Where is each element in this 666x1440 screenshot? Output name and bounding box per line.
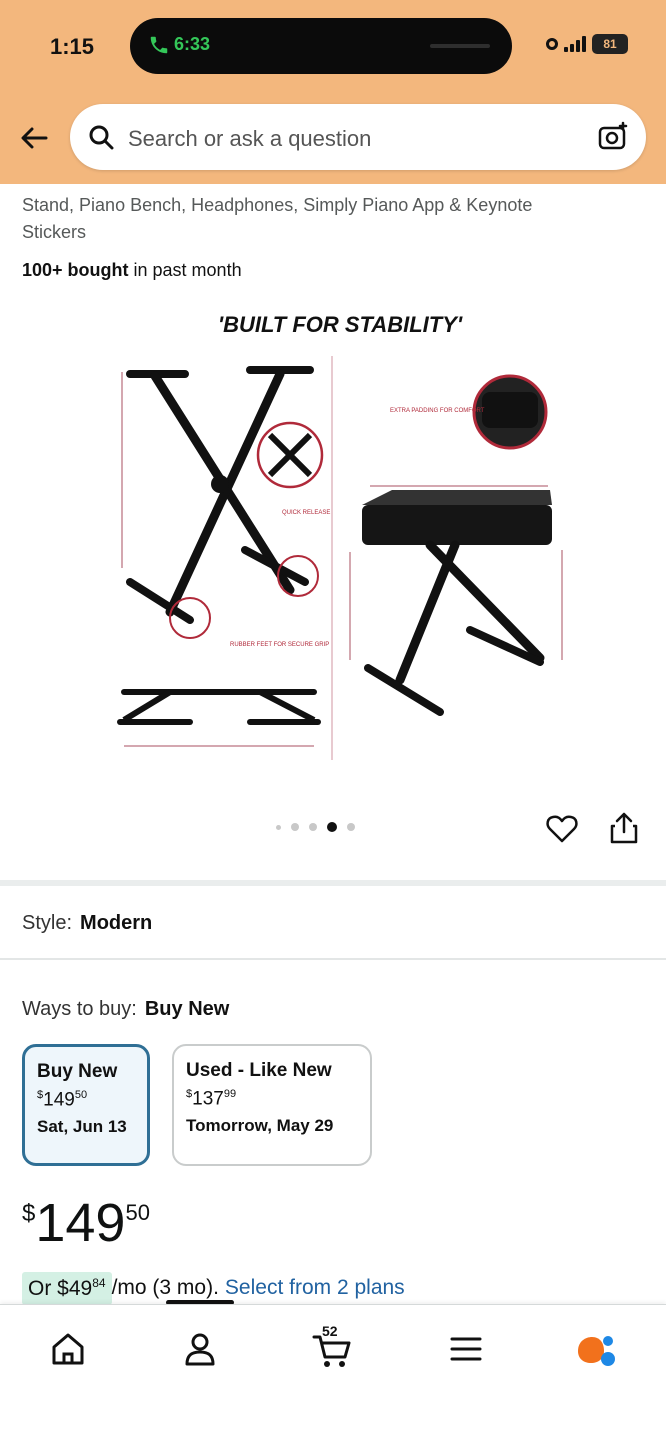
product-title-line: Stickers <box>22 222 87 242</box>
call-timer: 6:33 <box>174 34 211 54</box>
camera-scan-icon[interactable] <box>596 120 630 154</box>
keyboard-stand-illustration: QUICK RELEASE RUBBER FEET FOR SECURE GRI… <box>117 366 330 747</box>
svg-text:QUICK RELEASE: QUICK RELEASE <box>282 510 330 516</box>
carousel-dot[interactable] <box>291 823 299 831</box>
price-whole: 149 <box>35 1193 126 1253</box>
back-arrow-icon[interactable] <box>18 122 50 154</box>
carousel-dot[interactable] <box>276 824 281 830</box>
piano-bench-illustration: EXTRA PADDING FOR COMFORT <box>349 374 563 716</box>
buy-option-date: Tomorrow, May 29 <box>186 1116 334 1136</box>
section-divider <box>0 958 666 960</box>
select-plans-link[interactable]: Select from 2 plans <box>225 1276 405 1300</box>
style-selector[interactable]: Style: Modern <box>22 912 152 935</box>
header: 1:15 6:33 81 Search or ask a question <box>0 0 666 184</box>
status-time: 1:15 <box>50 34 95 59</box>
price-currency: $ <box>22 1200 36 1227</box>
carousel-dot[interactable] <box>347 823 355 831</box>
buy-option-price: $13799 <box>186 1088 237 1110</box>
section-divider <box>0 880 666 886</box>
account-icon[interactable] <box>178 1327 222 1371</box>
heart-icon[interactable] <box>545 812 579 846</box>
phone-icon <box>150 36 168 54</box>
image-heading: 'BUILT FOR STABILITY' <box>218 312 463 337</box>
bottom-nav: 52 <box>0 1304 666 1440</box>
menu-icon[interactable] <box>444 1327 488 1371</box>
cart-count-badge: 52 <box>322 1323 338 1339</box>
cart-button[interactable]: 52 <box>310 1323 354 1371</box>
bought-count-bold: 100+ bought <box>22 260 129 280</box>
ways-to-buy: Ways to buy: Buy New <box>22 998 229 1021</box>
svg-text:EXTRA PADDING FOR COMFORT: EXTRA PADDING FOR COMFORT <box>390 408 485 414</box>
ways-to-buy-value: Buy New <box>144 998 230 1020</box>
buy-option-used[interactable]: Used - Like New $13799 Tomorrow, May 29 <box>172 1044 372 1166</box>
buy-option-price: $14950 <box>37 1089 88 1111</box>
rufus-icon[interactable] <box>574 1327 618 1371</box>
battery-icon: 81 <box>592 34 628 54</box>
product-title-line: Stand, Piano Bench, Headphones, Simply P… <box>22 195 533 215</box>
search-icon <box>89 125 114 150</box>
carousel-dot[interactable] <box>309 823 317 831</box>
dynamic-island[interactable]: 6:33 <box>130 18 512 74</box>
buy-option-date: Sat, Jun 13 <box>37 1117 127 1137</box>
image-carousel-dots[interactable] <box>276 822 355 832</box>
style-value: Modern <box>80 912 153 934</box>
cellular-signal-icon <box>564 36 586 52</box>
status-icons: 81 <box>546 34 628 54</box>
svg-text:RUBBER FEET FOR SECURE GRIP: RUBBER FEET FOR SECURE GRIP <box>230 642 329 648</box>
bought-count-rest: in past month <box>128 260 242 280</box>
price-fraction: 50 <box>125 1200 150 1225</box>
product-title: Stand, Piano Bench, Headphones, Simply P… <box>22 192 632 246</box>
monthly-term: /mo (3 mo). <box>111 1276 219 1299</box>
buy-option-new[interactable]: Buy New $14950 Sat, Jun 13 <box>22 1044 150 1166</box>
home-icon[interactable] <box>46 1327 90 1371</box>
product-price: $14950 <box>22 1192 150 1254</box>
share-icon[interactable] <box>607 810 641 846</box>
buy-option-title: Used - Like New <box>186 1060 332 1081</box>
buy-option-title: Buy New <box>37 1061 118 1082</box>
style-label: Style: <box>22 912 73 934</box>
bought-count: 100+ bought in past month <box>22 260 242 281</box>
carousel-dot-active[interactable] <box>327 822 337 832</box>
product-image[interactable]: 'BUILT FOR STABILITY' QUICK RELEASE RUBB… <box>100 300 580 780</box>
monthly-price: Or $4984 <box>22 1271 112 1305</box>
island-waveform <box>430 44 490 48</box>
search-bar[interactable]: Search or ask a question <box>70 104 646 170</box>
search-input[interactable]: Search or ask a question <box>128 126 371 152</box>
ways-to-buy-label: Ways to buy: <box>22 998 137 1020</box>
focus-icon <box>546 38 558 50</box>
